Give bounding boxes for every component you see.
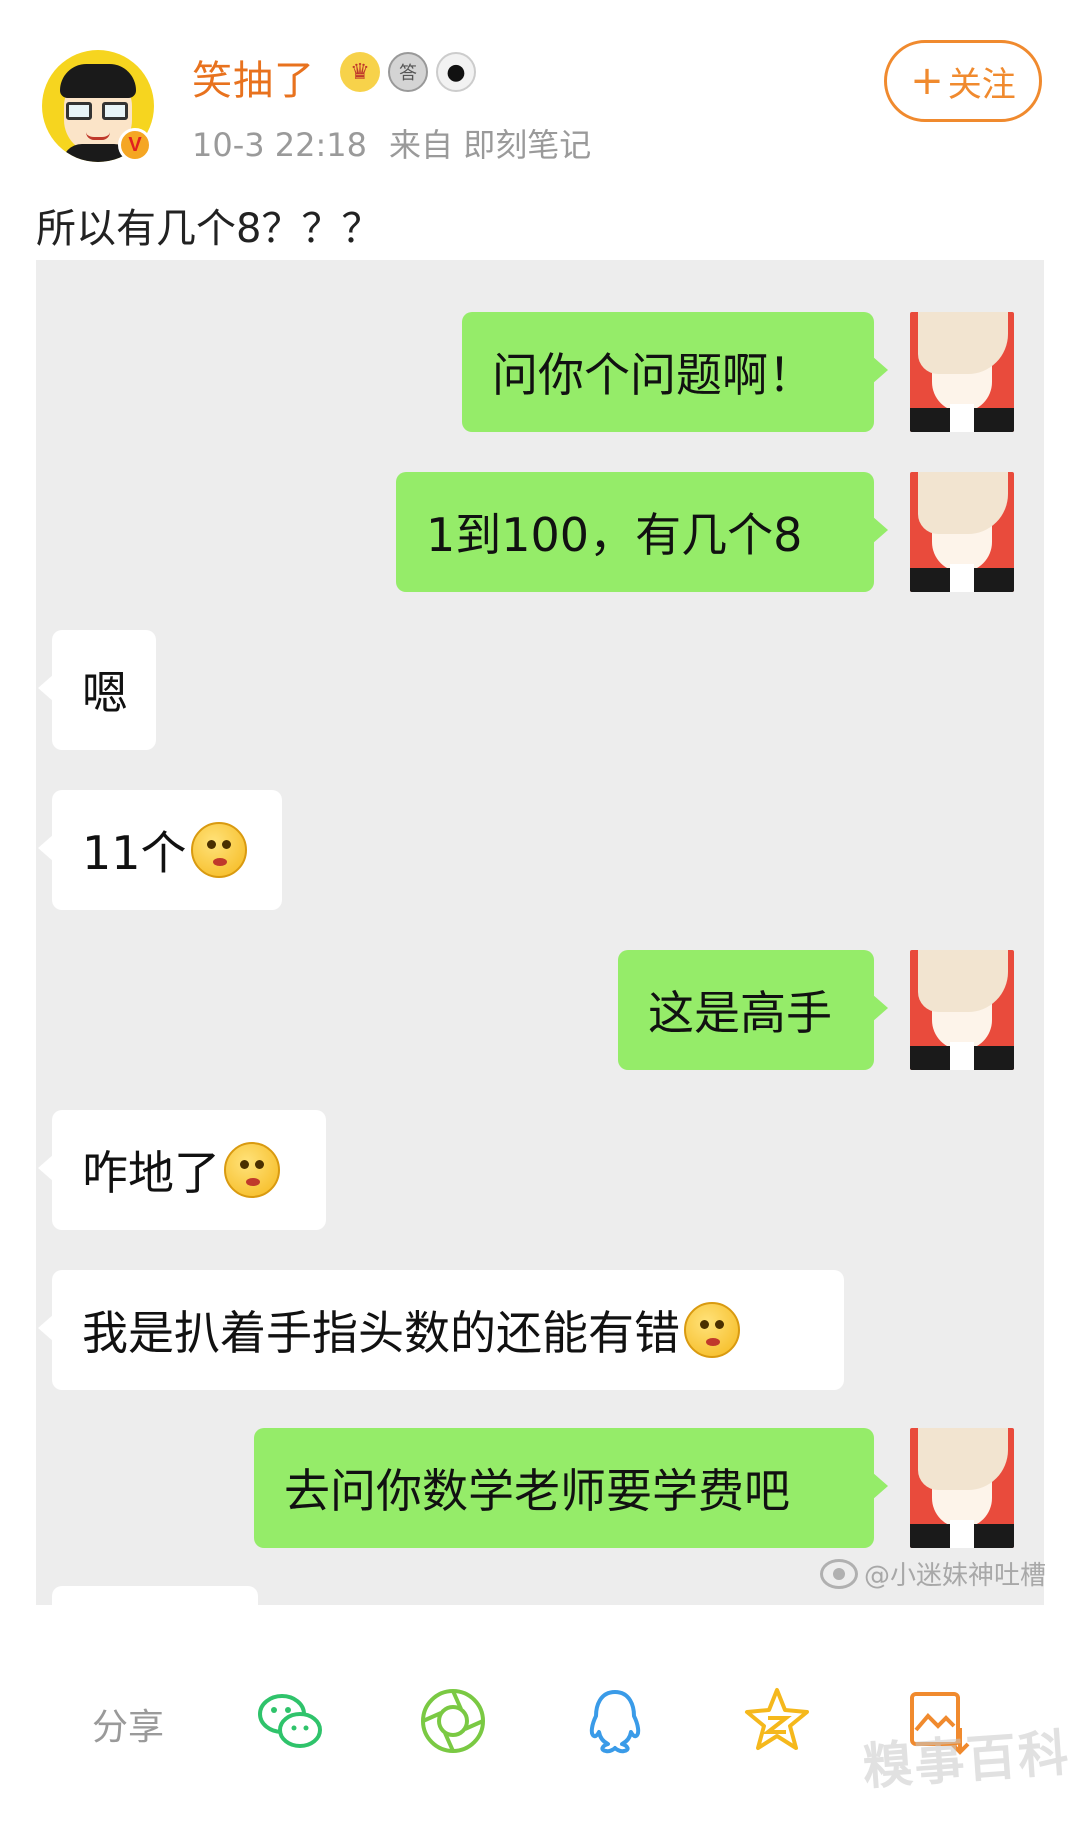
chat-screenshot-image[interactable]: 问你个问题啊！ 1到100，有几个8 嗯 11个 这是高手 咋地了 我是扒着手指… (36, 260, 1044, 1605)
medal-list: ♛ 答 ● (340, 52, 476, 92)
post-source: 来自 即刻笔记 (389, 126, 592, 164)
avatar-glasses-right (102, 102, 128, 120)
moments-icon[interactable] (414, 1682, 492, 1760)
chat-bubble-outgoing: 1到100，有几个8 (396, 472, 888, 592)
follow-label: 关注 (947, 64, 1016, 105)
qq-icon[interactable] (576, 1682, 654, 1760)
chat-bubble-incoming: 嗯 (38, 630, 156, 750)
follow-button[interactable]: + 关注 (884, 40, 1042, 122)
weibo-watermark: @小迷妹神吐槽 (820, 1555, 1046, 1592)
chat-bubble-incoming: 11个 (38, 790, 282, 910)
message-text: 嗯 (82, 666, 128, 720)
avatar-glasses-left (66, 102, 92, 120)
verified-v-icon: V (118, 128, 152, 162)
post-time: 10-3 22:18 (192, 126, 368, 164)
chat-bubble-outgoing: 去问你数学老师要学费吧 (254, 1428, 888, 1548)
panda-medal-icon[interactable]: ● (436, 52, 476, 92)
chat-bubble-outgoing: 这是高手 (618, 950, 888, 1070)
message-text: 1到100，有几个8 (426, 508, 803, 562)
message-text: 这是高手 (648, 986, 832, 1040)
chat-bubble-incoming-partial (52, 1586, 258, 1605)
chat-bubble-incoming: 咋地了 (38, 1110, 326, 1230)
corner-watermark: 糗事百科 (860, 1723, 1073, 1797)
share-label: 分享 (92, 1707, 165, 1748)
message-text: 11个 (82, 826, 187, 880)
moments-icon-svg (421, 1689, 485, 1753)
chat-avatar-right (910, 1428, 1014, 1548)
qzone-icon-svg (745, 1688, 809, 1750)
chat-avatar-right (910, 312, 1014, 432)
silver-medal-icon[interactable]: 答 (388, 52, 428, 92)
plus-icon: + (910, 58, 944, 104)
message-text: 问你个问题啊！ (492, 348, 814, 402)
message-text: 咋地了 (82, 1146, 220, 1200)
chat-bubble-outgoing: 问你个问题啊！ (462, 312, 888, 432)
watermark-text: @小迷妹神吐槽 (864, 1561, 1047, 1591)
surprised-emoji-icon (190, 822, 247, 878)
avatar-hair (60, 64, 136, 98)
kissing-emoji-icon (224, 1142, 280, 1198)
username[interactable]: 笑抽了 (192, 48, 315, 106)
kissing-emoji-icon (684, 1302, 740, 1358)
chat-avatar-right (910, 950, 1014, 1070)
wechat-icon[interactable] (252, 1682, 330, 1760)
chat-bubble-incoming: 我是扒着手指头数的还能有错 (38, 1270, 844, 1390)
message-text: 我是扒着手指头数的还能有错 (82, 1306, 680, 1360)
chat-avatar-right (910, 472, 1014, 592)
message-text: 去问你数学老师要学费吧 (284, 1464, 790, 1518)
qq-icon-svg (589, 1690, 641, 1754)
crown-medal-icon[interactable]: ♛ (340, 52, 380, 92)
wechat-icon-svg (258, 1694, 322, 1748)
qzone-icon[interactable] (738, 1682, 816, 1760)
weibo-logo-icon (820, 1558, 858, 1589)
post-meta: 10-3 22:18 来自 即刻笔记 (192, 120, 591, 166)
post-text: 所以有几个8？？？ (36, 206, 382, 252)
